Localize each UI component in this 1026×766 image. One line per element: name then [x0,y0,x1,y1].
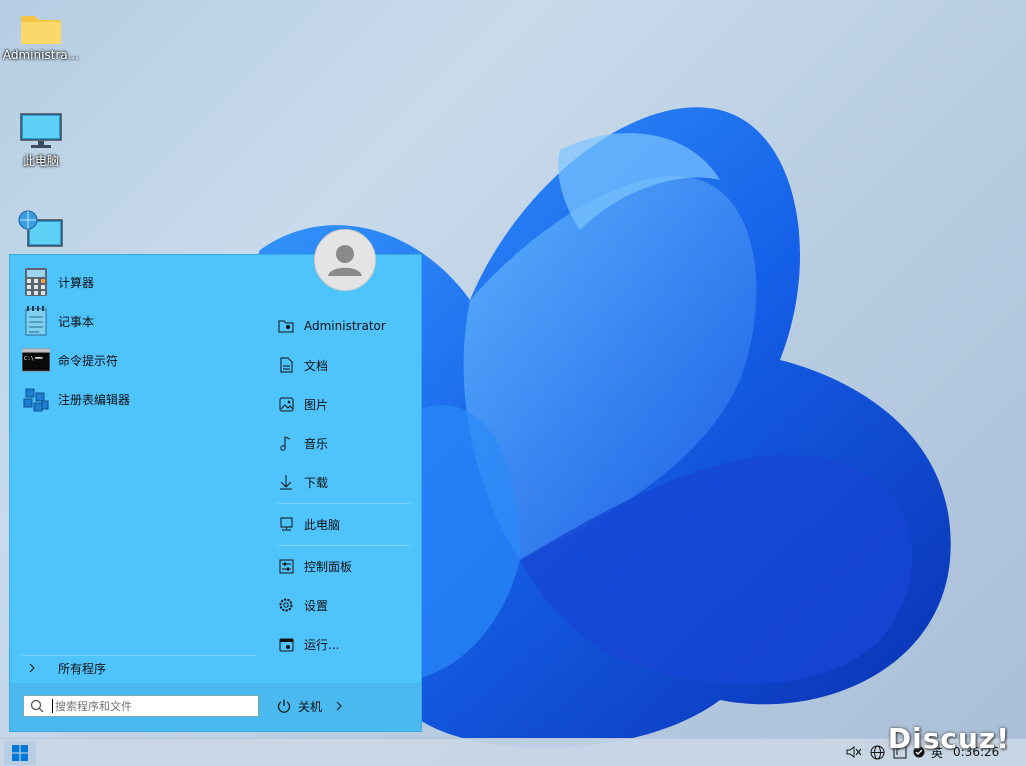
place-control-panel[interactable]: 控制面板 [278,551,418,581]
all-programs-label: 所有程序 [58,661,107,676]
app-label: 注册表编辑器 [58,392,131,407]
start-menu: 计算器 记事本 C:\ 命令提示符 注册表编辑器 Administrator 文… [9,254,422,732]
chevron-right-icon [22,663,42,673]
separator [278,545,410,546]
shutdown-label: 关机 [298,699,323,714]
shutdown-options-chevron-icon[interactable] [336,701,342,711]
place-administrator[interactable]: Administrator [278,311,418,341]
power-icon [276,698,292,714]
place-this-pc[interactable]: 此电脑 [278,509,418,539]
separator [278,503,410,504]
place-label: Administrator [304,319,386,333]
settings-icon [278,597,294,613]
calculator-icon [22,268,50,296]
folder-icon [21,16,61,44]
place-label: 此电脑 [304,517,341,532]
place-label: 文档 [304,358,329,373]
search-box[interactable] [23,695,259,717]
place-pictures[interactable]: 图片 [278,389,418,419]
control-panel-icon [278,558,294,574]
watermark: Discuz! [887,722,1010,755]
place-label: 音乐 [304,436,329,451]
app-label: 计算器 [58,275,95,290]
desktop-icon-admin-folder[interactable]: Administra... [1,10,81,62]
place-music[interactable]: 音乐 [278,428,418,458]
notepad-icon [22,306,50,336]
app-item-calculator[interactable]: 计算器 [22,265,262,299]
run-icon [278,636,294,652]
user-icon [328,245,362,276]
download-icon [278,474,294,490]
network-icon [18,210,63,247]
user-avatar[interactable] [314,229,376,291]
place-downloads[interactable]: 下载 [278,467,418,497]
app-label: 命令提示符 [58,353,119,368]
svg-text:C:\: C:\ [24,356,34,362]
place-label: 下载 [304,475,329,490]
app-label: 记事本 [58,314,95,329]
computer-icon [278,516,294,532]
start-button[interactable] [4,741,36,765]
search-input[interactable] [55,699,245,713]
user-folder-icon [278,318,294,334]
music-icon [278,435,294,451]
network-globe-icon[interactable] [870,745,885,760]
text-cursor [52,699,53,713]
desktop-icon-label: Administra... [2,48,80,62]
desktop-icon-label: 此电脑 [22,154,59,168]
desktop-icon-this-pc[interactable]: 此电脑 [1,112,81,169]
picture-icon [278,396,294,412]
cmd-icon: C:\ [22,346,50,374]
place-label: 设置 [304,598,329,613]
place-label: 图片 [304,397,329,412]
place-documents[interactable]: 文档 [278,350,418,380]
app-item-cmd[interactable]: C:\ 命令提示符 [22,343,262,377]
regedit-icon [22,385,50,413]
volume-muted-icon[interactable] [846,745,862,759]
windows-logo-icon [12,745,28,761]
computer-icon [20,113,62,148]
app-item-regedit[interactable]: 注册表编辑器 [22,382,262,416]
place-label: 控制面板 [304,559,353,574]
all-programs-button[interactable]: 所有程序 [22,655,257,681]
app-item-notepad[interactable]: 记事本 [22,304,262,338]
place-run[interactable]: 运行... [278,629,418,659]
place-label: 运行... [304,637,340,652]
search-icon [30,699,44,713]
place-settings[interactable]: 设置 [278,590,418,620]
shutdown-button[interactable]: 关机 [276,695,342,717]
document-icon [278,357,294,373]
desktop-icon-network[interactable] [1,208,81,254]
